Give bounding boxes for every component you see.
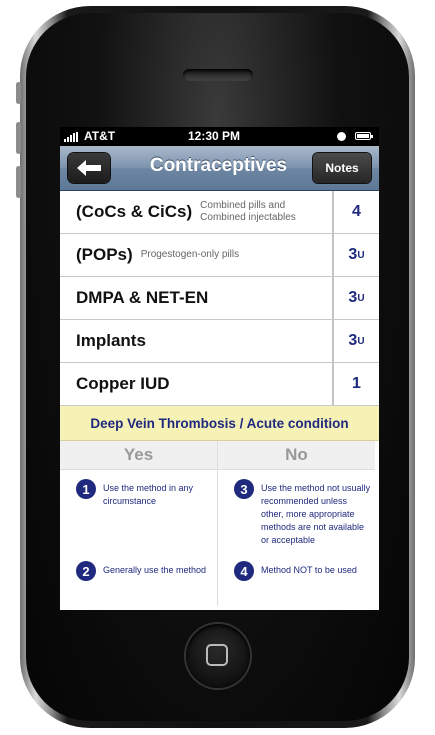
legend-item: 4 Method NOT to be used xyxy=(234,561,371,581)
category-value: 3 xyxy=(348,246,358,263)
page-title: Contraceptives xyxy=(149,155,288,176)
carrier-label: AT&T xyxy=(84,129,116,143)
legend-item-text: Method NOT to be used xyxy=(261,565,357,575)
method-row[interactable]: DMPA & NET-EN 3U xyxy=(60,277,379,320)
category-value: 3 xyxy=(348,332,358,349)
method-name: (POPs) xyxy=(76,245,133,264)
category-value: 4 xyxy=(352,203,361,220)
category-number-badge: 4 xyxy=(234,561,254,581)
legend-no-column: No 3 Use the method not usually recommen… xyxy=(218,441,375,606)
legend-item: 1 Use the method in any circumstance xyxy=(76,479,213,508)
legend-no-header: No xyxy=(218,441,375,470)
category-cell: 3U xyxy=(334,277,379,319)
category-value: 1 xyxy=(352,375,361,392)
category-legend: Yes 1 Use the method in any circumstance… xyxy=(60,441,379,606)
volume-down-button xyxy=(16,166,21,198)
legend-yes-header: Yes xyxy=(60,441,217,470)
battery-icon xyxy=(355,132,373,140)
alarm-clock-icon xyxy=(337,132,346,141)
signal-icon xyxy=(64,132,78,142)
method-description: Progestogen-only pills xyxy=(140,249,240,260)
back-arrow-icon xyxy=(77,160,101,176)
category-cell: 3U xyxy=(334,234,379,276)
method-name: DMPA & NET-EN xyxy=(76,288,209,307)
category-suffix: U xyxy=(357,335,365,347)
method-description: Combined pills and Combined injectables xyxy=(200,200,296,223)
category-number-badge: 3 xyxy=(234,479,254,499)
back-button[interactable] xyxy=(68,153,110,183)
category-value: 3 xyxy=(348,289,358,306)
mute-switch xyxy=(16,82,21,104)
navigation-bar: Contraceptives Notes xyxy=(60,146,379,191)
status-time: 12:30 PM xyxy=(188,129,241,143)
volume-up-button xyxy=(16,122,21,154)
category-suffix: U xyxy=(357,292,365,304)
legend-yes-column: Yes 1 Use the method in any circumstance… xyxy=(60,441,218,606)
condition-banner: Deep Vein Thrombosis / Acute condition xyxy=(60,406,379,441)
method-name-cell: Implants xyxy=(60,320,334,362)
method-name: Copper IUD xyxy=(76,374,170,393)
category-cell: 4 xyxy=(334,191,379,233)
home-square-icon xyxy=(206,644,228,666)
category-cell: 1 xyxy=(334,363,379,405)
method-name: Implants xyxy=(76,331,146,350)
method-name: (CoCs & CiCs) xyxy=(76,202,193,221)
notes-button[interactable]: Notes xyxy=(313,153,371,183)
category-number-badge: 1 xyxy=(76,479,96,499)
method-list: (CoCs & CiCs) Combined pills and Combine… xyxy=(60,191,379,406)
screen: AT&T 12:30 PM Contraceptives Notes (CoCs… xyxy=(60,127,379,610)
category-number-badge: 2 xyxy=(76,561,96,581)
method-name-cell: (CoCs & CiCs) Combined pills and Combine… xyxy=(60,191,334,233)
method-row[interactable]: (POPs) Progestogen-only pills 3U xyxy=(60,234,379,277)
method-name-cell: DMPA & NET-EN xyxy=(60,277,334,319)
legend-item: 3 Use the method not usually recommended… xyxy=(234,479,371,547)
legend-item-text: Use the method not usually recommended u… xyxy=(261,483,371,545)
method-name-cell: (POPs) Progestogen-only pills xyxy=(60,234,334,276)
method-row[interactable]: Implants 3U xyxy=(60,320,379,363)
status-bar: AT&T 12:30 PM xyxy=(60,127,379,146)
legend-item-text: Use the method in any circumstance xyxy=(103,483,194,506)
legend-item: 2 Generally use the method xyxy=(76,561,213,581)
method-row[interactable]: Copper IUD 1 xyxy=(60,363,379,406)
category-cell: 3U xyxy=(334,320,379,362)
method-row[interactable]: (CoCs & CiCs) Combined pills and Combine… xyxy=(60,191,379,234)
category-suffix: U xyxy=(357,249,365,261)
legend-item-text: Generally use the method xyxy=(103,565,207,575)
speaker-grille xyxy=(183,69,253,81)
method-name-cell: Copper IUD xyxy=(60,363,334,405)
